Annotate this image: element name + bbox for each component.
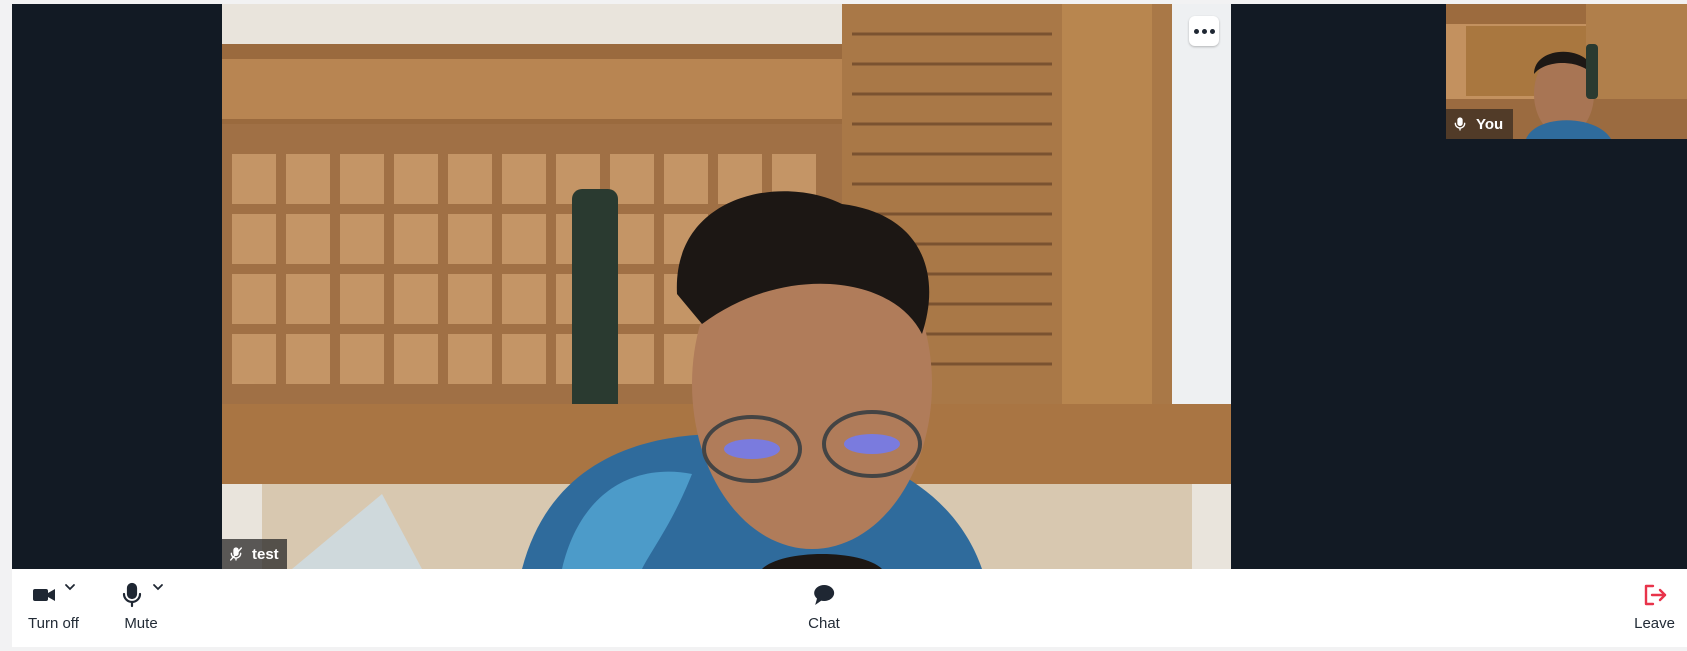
self-name: You [1476, 115, 1504, 133]
mic-off-icon [230, 547, 242, 561]
chat-label: Chat [808, 615, 840, 632]
chevron-down-icon[interactable] [152, 581, 164, 593]
participant-name-tag: test [222, 539, 287, 569]
camera-toggle-button[interactable]: Turn off [28, 581, 79, 632]
mic-icon [1454, 117, 1466, 131]
main-participant-video[interactable]: test [222, 4, 1231, 569]
leave-label: Leave [1634, 615, 1675, 632]
self-name-tag: You [1446, 109, 1514, 139]
ellipsis-dot [1209, 28, 1215, 34]
participant-name: test [252, 545, 279, 563]
video-camera-icon [33, 589, 56, 601]
camera-feed-image [222, 4, 1231, 569]
microphone-icon [122, 582, 142, 608]
camera-toggle-label: Turn off [28, 615, 79, 632]
self-view-video[interactable]: You [1446, 4, 1687, 139]
ellipsis-icon [1193, 28, 1199, 34]
leave-icon [1644, 584, 1666, 606]
mute-label: Mute [124, 615, 158, 632]
ellipsis-dot [1201, 28, 1207, 34]
video-call-app: test You Turn off Mute Chat Leave [12, 4, 1687, 647]
call-control-bar: Turn off Mute Chat Leave [12, 569, 1687, 647]
video-stage: test You [12, 4, 1687, 569]
mute-button[interactable]: Mute [118, 581, 164, 632]
chat-bubble-icon [814, 585, 834, 605]
participant-more-options-button[interactable] [1189, 16, 1219, 46]
chat-button[interactable]: Chat [808, 581, 840, 632]
leave-call-button[interactable]: Leave [1634, 581, 1675, 632]
chevron-down-icon[interactable] [64, 581, 76, 593]
